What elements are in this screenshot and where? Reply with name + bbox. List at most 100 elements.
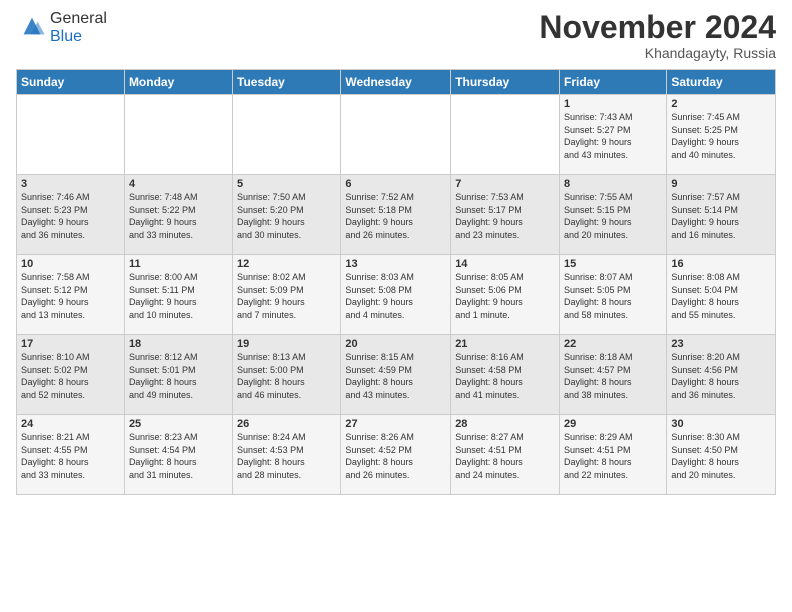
day-number: 22: [564, 338, 662, 350]
day-number: 25: [129, 418, 228, 430]
day-number: 9: [671, 178, 771, 190]
day-info: Sunrise: 8:10 AM Sunset: 5:02 PM Dayligh…: [21, 351, 120, 401]
day-info: Sunrise: 8:13 AM Sunset: 5:00 PM Dayligh…: [237, 351, 336, 401]
day-info: Sunrise: 8:15 AM Sunset: 4:59 PM Dayligh…: [345, 351, 446, 401]
day-info: Sunrise: 7:48 AM Sunset: 5:22 PM Dayligh…: [129, 191, 228, 241]
header-row: SundayMondayTuesdayWednesdayThursdayFrid…: [17, 70, 776, 95]
day-cell: 24Sunrise: 8:21 AM Sunset: 4:55 PM Dayli…: [17, 415, 125, 495]
day-info: Sunrise: 7:43 AM Sunset: 5:27 PM Dayligh…: [564, 111, 662, 161]
day-info: Sunrise: 8:29 AM Sunset: 4:51 PM Dayligh…: [564, 431, 662, 481]
day-info: Sunrise: 8:26 AM Sunset: 4:52 PM Dayligh…: [345, 431, 446, 481]
day-info: Sunrise: 8:12 AM Sunset: 5:01 PM Dayligh…: [129, 351, 228, 401]
day-cell: 20Sunrise: 8:15 AM Sunset: 4:59 PM Dayli…: [341, 335, 451, 415]
day-info: Sunrise: 8:18 AM Sunset: 4:57 PM Dayligh…: [564, 351, 662, 401]
day-number: 20: [345, 338, 446, 350]
day-cell: 5Sunrise: 7:50 AM Sunset: 5:20 PM Daylig…: [233, 175, 341, 255]
day-number: 12: [237, 258, 336, 270]
day-cell: 6Sunrise: 7:52 AM Sunset: 5:18 PM Daylig…: [341, 175, 451, 255]
header: General Blue November 2024 Khandagayty, …: [16, 10, 776, 61]
day-cell: 13Sunrise: 8:03 AM Sunset: 5:08 PM Dayli…: [341, 255, 451, 335]
day-info: Sunrise: 8:27 AM Sunset: 4:51 PM Dayligh…: [455, 431, 555, 481]
day-cell: 18Sunrise: 8:12 AM Sunset: 5:01 PM Dayli…: [124, 335, 232, 415]
week-row-0: 1Sunrise: 7:43 AM Sunset: 5:27 PM Daylig…: [17, 95, 776, 175]
day-cell: 25Sunrise: 8:23 AM Sunset: 4:54 PM Dayli…: [124, 415, 232, 495]
day-cell: 22Sunrise: 8:18 AM Sunset: 4:57 PM Dayli…: [560, 335, 667, 415]
day-cell: 28Sunrise: 8:27 AM Sunset: 4:51 PM Dayli…: [451, 415, 560, 495]
day-number: 13: [345, 258, 446, 270]
day-cell: [233, 95, 341, 175]
day-number: 5: [237, 178, 336, 190]
day-cell: 23Sunrise: 8:20 AM Sunset: 4:56 PM Dayli…: [667, 335, 776, 415]
day-info: Sunrise: 8:24 AM Sunset: 4:53 PM Dayligh…: [237, 431, 336, 481]
day-number: 14: [455, 258, 555, 270]
location: Khandagayty, Russia: [539, 45, 776, 61]
day-number: 28: [455, 418, 555, 430]
day-number: 11: [129, 258, 228, 270]
day-info: Sunrise: 8:20 AM Sunset: 4:56 PM Dayligh…: [671, 351, 771, 401]
day-cell: 17Sunrise: 8:10 AM Sunset: 5:02 PM Dayli…: [17, 335, 125, 415]
day-number: 26: [237, 418, 336, 430]
day-cell: 15Sunrise: 8:07 AM Sunset: 5:05 PM Dayli…: [560, 255, 667, 335]
day-cell: 30Sunrise: 8:30 AM Sunset: 4:50 PM Dayli…: [667, 415, 776, 495]
day-cell: [451, 95, 560, 175]
col-header-tuesday: Tuesday: [233, 70, 341, 95]
day-number: 17: [21, 338, 120, 350]
week-row-1: 3Sunrise: 7:46 AM Sunset: 5:23 PM Daylig…: [17, 175, 776, 255]
day-cell: 14Sunrise: 8:05 AM Sunset: 5:06 PM Dayli…: [451, 255, 560, 335]
col-header-thursday: Thursday: [451, 70, 560, 95]
col-header-sunday: Sunday: [17, 70, 125, 95]
calendar-table: SundayMondayTuesdayWednesdayThursdayFrid…: [16, 69, 776, 495]
day-info: Sunrise: 8:08 AM Sunset: 5:04 PM Dayligh…: [671, 271, 771, 321]
week-row-3: 17Sunrise: 8:10 AM Sunset: 5:02 PM Dayli…: [17, 335, 776, 415]
day-cell: [17, 95, 125, 175]
day-cell: 2Sunrise: 7:45 AM Sunset: 5:25 PM Daylig…: [667, 95, 776, 175]
day-number: 24: [21, 418, 120, 430]
title-block: November 2024 Khandagayty, Russia: [539, 10, 776, 61]
day-number: 10: [21, 258, 120, 270]
day-info: Sunrise: 8:02 AM Sunset: 5:09 PM Dayligh…: [237, 271, 336, 321]
day-cell: 7Sunrise: 7:53 AM Sunset: 5:17 PM Daylig…: [451, 175, 560, 255]
day-info: Sunrise: 7:52 AM Sunset: 5:18 PM Dayligh…: [345, 191, 446, 241]
day-cell: 19Sunrise: 8:13 AM Sunset: 5:00 PM Dayli…: [233, 335, 341, 415]
week-row-4: 24Sunrise: 8:21 AM Sunset: 4:55 PM Dayli…: [17, 415, 776, 495]
day-number: 30: [671, 418, 771, 430]
day-number: 2: [671, 98, 771, 110]
logo-icon: [18, 12, 46, 40]
month-title: November 2024: [539, 10, 776, 45]
col-header-wednesday: Wednesday: [341, 70, 451, 95]
week-row-2: 10Sunrise: 7:58 AM Sunset: 5:12 PM Dayli…: [17, 255, 776, 335]
day-info: Sunrise: 7:55 AM Sunset: 5:15 PM Dayligh…: [564, 191, 662, 241]
day-info: Sunrise: 7:53 AM Sunset: 5:17 PM Dayligh…: [455, 191, 555, 241]
day-number: 21: [455, 338, 555, 350]
day-cell: 1Sunrise: 7:43 AM Sunset: 5:27 PM Daylig…: [560, 95, 667, 175]
day-number: 3: [21, 178, 120, 190]
day-number: 7: [455, 178, 555, 190]
logo-blue: Blue: [50, 28, 82, 45]
day-number: 18: [129, 338, 228, 350]
logo: General Blue: [16, 10, 107, 46]
day-number: 27: [345, 418, 446, 430]
day-info: Sunrise: 7:45 AM Sunset: 5:25 PM Dayligh…: [671, 111, 771, 161]
day-info: Sunrise: 8:05 AM Sunset: 5:06 PM Dayligh…: [455, 271, 555, 321]
day-info: Sunrise: 8:00 AM Sunset: 5:11 PM Dayligh…: [129, 271, 228, 321]
day-info: Sunrise: 7:57 AM Sunset: 5:14 PM Dayligh…: [671, 191, 771, 241]
day-cell: 4Sunrise: 7:48 AM Sunset: 5:22 PM Daylig…: [124, 175, 232, 255]
day-number: 16: [671, 258, 771, 270]
day-cell: 16Sunrise: 8:08 AM Sunset: 5:04 PM Dayli…: [667, 255, 776, 335]
day-cell: [341, 95, 451, 175]
day-info: Sunrise: 8:30 AM Sunset: 4:50 PM Dayligh…: [671, 431, 771, 481]
day-cell: 11Sunrise: 8:00 AM Sunset: 5:11 PM Dayli…: [124, 255, 232, 335]
page-container: General Blue November 2024 Khandagayty, …: [0, 0, 792, 503]
day-number: 4: [129, 178, 228, 190]
day-number: 8: [564, 178, 662, 190]
day-number: 6: [345, 178, 446, 190]
day-cell: 26Sunrise: 8:24 AM Sunset: 4:53 PM Dayli…: [233, 415, 341, 495]
day-info: Sunrise: 8:21 AM Sunset: 4:55 PM Dayligh…: [21, 431, 120, 481]
day-info: Sunrise: 7:50 AM Sunset: 5:20 PM Dayligh…: [237, 191, 336, 241]
logo-general: General: [50, 10, 107, 27]
col-header-saturday: Saturday: [667, 70, 776, 95]
day-cell: 3Sunrise: 7:46 AM Sunset: 5:23 PM Daylig…: [17, 175, 125, 255]
day-cell: [124, 95, 232, 175]
day-info: Sunrise: 8:03 AM Sunset: 5:08 PM Dayligh…: [345, 271, 446, 321]
day-number: 23: [671, 338, 771, 350]
